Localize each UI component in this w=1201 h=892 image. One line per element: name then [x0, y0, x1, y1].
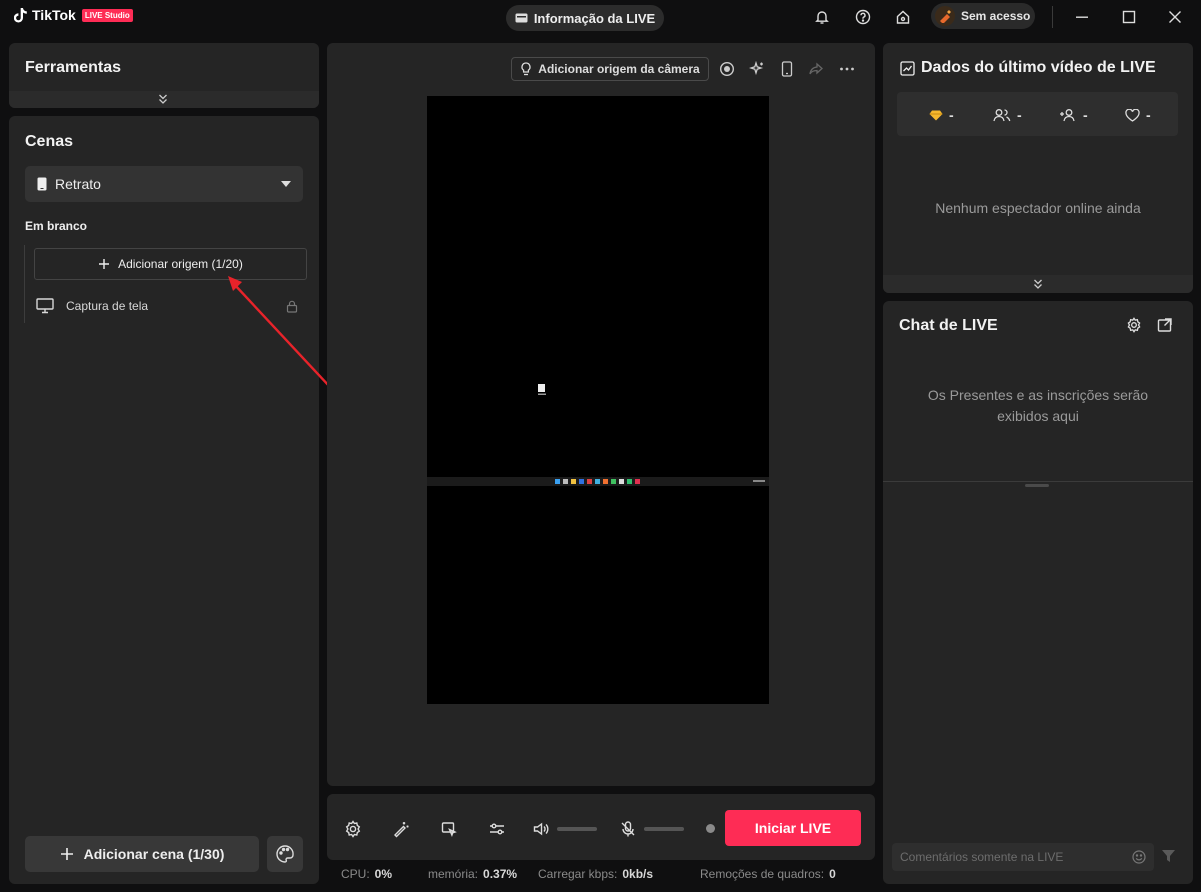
bell-icon[interactable] — [811, 6, 833, 28]
memory-stat: memória: 0.37% — [428, 867, 518, 881]
microphone-muted-icon[interactable] — [617, 818, 639, 840]
sliders-icon[interactable] — [486, 818, 508, 840]
titlebar-divider — [1052, 6, 1053, 28]
popout-window-icon[interactable] — [1157, 317, 1173, 333]
layout-selected: Retrato — [55, 176, 101, 192]
chat-empty-text: Os Presentes e as inscrições serão exibi… — [927, 387, 1149, 424]
plus-icon — [60, 847, 74, 861]
card-icon — [515, 13, 528, 23]
status-dot — [706, 824, 715, 833]
dropped-frames-stat: Remoções de quadros: 0 — [700, 867, 836, 881]
upload-stat: Carregar kbps: 0kb/s — [538, 867, 654, 881]
palette-button[interactable] — [267, 836, 303, 872]
comment-placeholder: Comentários somente na LIVE — [900, 850, 1064, 864]
screen-capture-icon[interactable] — [438, 818, 460, 840]
scenes-title: Cenas — [25, 133, 74, 150]
magic-wand-icon[interactable] — [390, 818, 412, 840]
account-label: Sem acesso — [961, 9, 1031, 23]
account-button[interactable]: Sem acesso — [931, 3, 1035, 29]
mic-volume-slider[interactable] — [644, 827, 684, 831]
add-scene-label: Adicionar cena (1/30) — [83, 846, 225, 862]
last-live-title: Dados do último vídeo de LIVE — [921, 59, 1156, 76]
preview-canvas[interactable] — [427, 96, 769, 704]
tools-title: Ferramentas — [25, 59, 122, 76]
share-arrow-icon[interactable] — [806, 59, 826, 79]
no-viewers-text: Nenhum espectador online ainda — [935, 200, 1141, 216]
new-followers-stat: - — [1059, 107, 1088, 123]
monitor-icon — [36, 298, 54, 314]
tools-expand-bar[interactable] — [9, 91, 319, 108]
caret-down-icon — [281, 181, 291, 187]
last-live-panel — [883, 43, 1193, 293]
lightbulb-icon — [520, 62, 532, 76]
source-label: Captura de tela — [66, 299, 149, 313]
chat-resize-handle[interactable] — [1025, 484, 1049, 487]
live-studio-badge: LIVE Studio — [81, 8, 133, 22]
diamond-icon — [929, 110, 943, 121]
phone-icon — [37, 177, 47, 191]
last-live-expand-bar[interactable] — [883, 275, 1193, 293]
phone-preview-icon[interactable] — [777, 59, 797, 79]
add-scene-button[interactable]: Adicionar cena (1/30) — [25, 836, 259, 872]
speaker-icon[interactable] — [530, 818, 552, 840]
chevron-double-down-icon — [158, 93, 168, 105]
emoji-icon[interactable] — [1132, 850, 1146, 864]
record-icon[interactable] — [717, 59, 737, 79]
live-info-label: Informação da LIVE — [533, 10, 656, 26]
viewers-stat: - — [993, 107, 1022, 123]
speaker-volume-slider[interactable] — [557, 827, 597, 831]
likes-stat: - — [1125, 107, 1151, 123]
more-options-icon[interactable] — [837, 59, 857, 79]
cpu-stat: CPU: 0% — [341, 867, 393, 881]
tools-panel: Ferramentas — [9, 43, 319, 108]
scene-tree-line — [24, 245, 25, 323]
maximize-icon[interactable] — [1118, 6, 1140, 28]
live-info-button[interactable]: Informação da LIVE — [506, 5, 664, 31]
palette-icon — [275, 844, 295, 864]
users-icon — [993, 108, 1011, 122]
chat-settings-icon[interactable] — [1126, 317, 1142, 333]
layout-dropdown[interactable]: Retrato — [25, 166, 303, 202]
gems-stat: - — [929, 107, 954, 123]
plus-icon — [98, 258, 110, 270]
comment-input[interactable]: Comentários somente na LIVE — [892, 843, 1154, 871]
last-live-header: Dados do último vídeo de LIVE — [900, 59, 1156, 77]
add-camera-label: Adicionar origem da câmera — [538, 62, 700, 76]
logo-text: TikTok — [32, 7, 76, 23]
filter-icon[interactable] — [1161, 849, 1176, 863]
tiktok-note-icon — [14, 7, 28, 23]
trend-chart-icon — [900, 60, 915, 76]
desktop-file-icon — [538, 384, 546, 396]
scene-name[interactable]: Em branco — [25, 219, 87, 233]
help-icon[interactable] — [852, 6, 874, 28]
home-icon[interactable] — [892, 6, 914, 28]
effects-sparkle-icon[interactable] — [747, 59, 767, 79]
heart-icon — [1125, 108, 1140, 122]
minimize-icon[interactable] — [1071, 6, 1093, 28]
taskbar-clock — [753, 480, 765, 482]
go-live-button[interactable]: Iniciar LIVE — [725, 810, 861, 846]
chat-title: Chat de LIVE — [899, 317, 998, 334]
settings-gear-icon[interactable] — [342, 818, 364, 840]
add-user-icon — [1059, 108, 1077, 122]
captured-taskbar — [427, 477, 769, 486]
chat-divider — [883, 481, 1193, 482]
close-icon[interactable] — [1164, 6, 1186, 28]
avatar — [935, 6, 955, 26]
app-logo: TikTok LIVE Studio — [14, 7, 133, 23]
chevron-double-down-icon — [1033, 278, 1043, 290]
add-camera-button[interactable]: Adicionar origem da câmera — [511, 57, 709, 81]
